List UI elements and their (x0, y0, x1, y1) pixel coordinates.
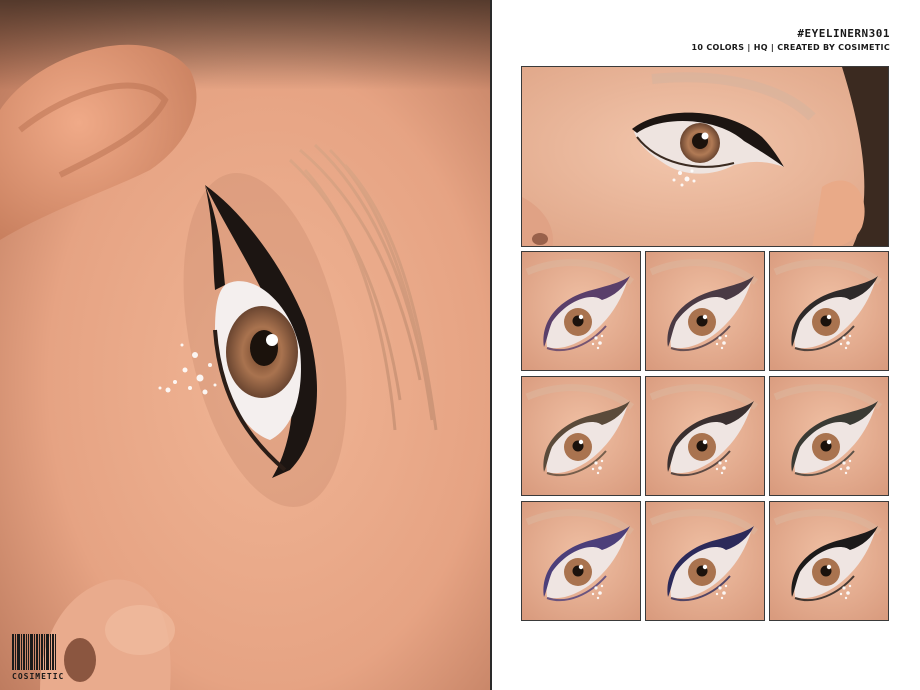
swatch-eye-illustration (522, 377, 640, 495)
swatch-eye-illustration (522, 252, 640, 370)
color-swatch[interactable] (645, 376, 765, 496)
page-title: #EYELINERN301 (797, 27, 890, 40)
panel-divider (490, 0, 492, 690)
header: #EYELINERN301 10 COLORS | HQ | CREATED B… (692, 27, 891, 52)
swatch-eye-illustration (646, 377, 764, 495)
swatch-eye-illustration (646, 252, 764, 370)
brand-logo: COSIMETIC (12, 634, 68, 682)
main-preview-image (521, 66, 889, 247)
color-swatch[interactable] (769, 251, 889, 371)
hero-eye-illustration (0, 0, 490, 690)
color-swatch[interactable] (521, 251, 641, 371)
color-swatch[interactable] (769, 376, 889, 496)
brand-name: COSIMETIC (12, 672, 65, 681)
swatch-eye-illustration (522, 502, 640, 620)
swatch-eye-illustration (770, 377, 888, 495)
color-swatch[interactable] (769, 501, 889, 621)
color-swatch[interactable] (645, 501, 765, 621)
color-swatch[interactable] (521, 501, 641, 621)
page-subtitle: 10 COLORS | HQ | CREATED BY COSIMETIC (691, 43, 890, 52)
hero-closeup-image: COSIMETIC (0, 0, 490, 690)
swatch-eye-illustration (770, 502, 888, 620)
barcode-icon (12, 634, 68, 670)
preview-face-illustration (522, 67, 888, 246)
color-swatch[interactable] (645, 251, 765, 371)
swatch-eye-illustration (770, 252, 888, 370)
color-swatch-grid (521, 251, 889, 621)
color-swatch[interactable] (521, 376, 641, 496)
swatch-eye-illustration (646, 502, 764, 620)
